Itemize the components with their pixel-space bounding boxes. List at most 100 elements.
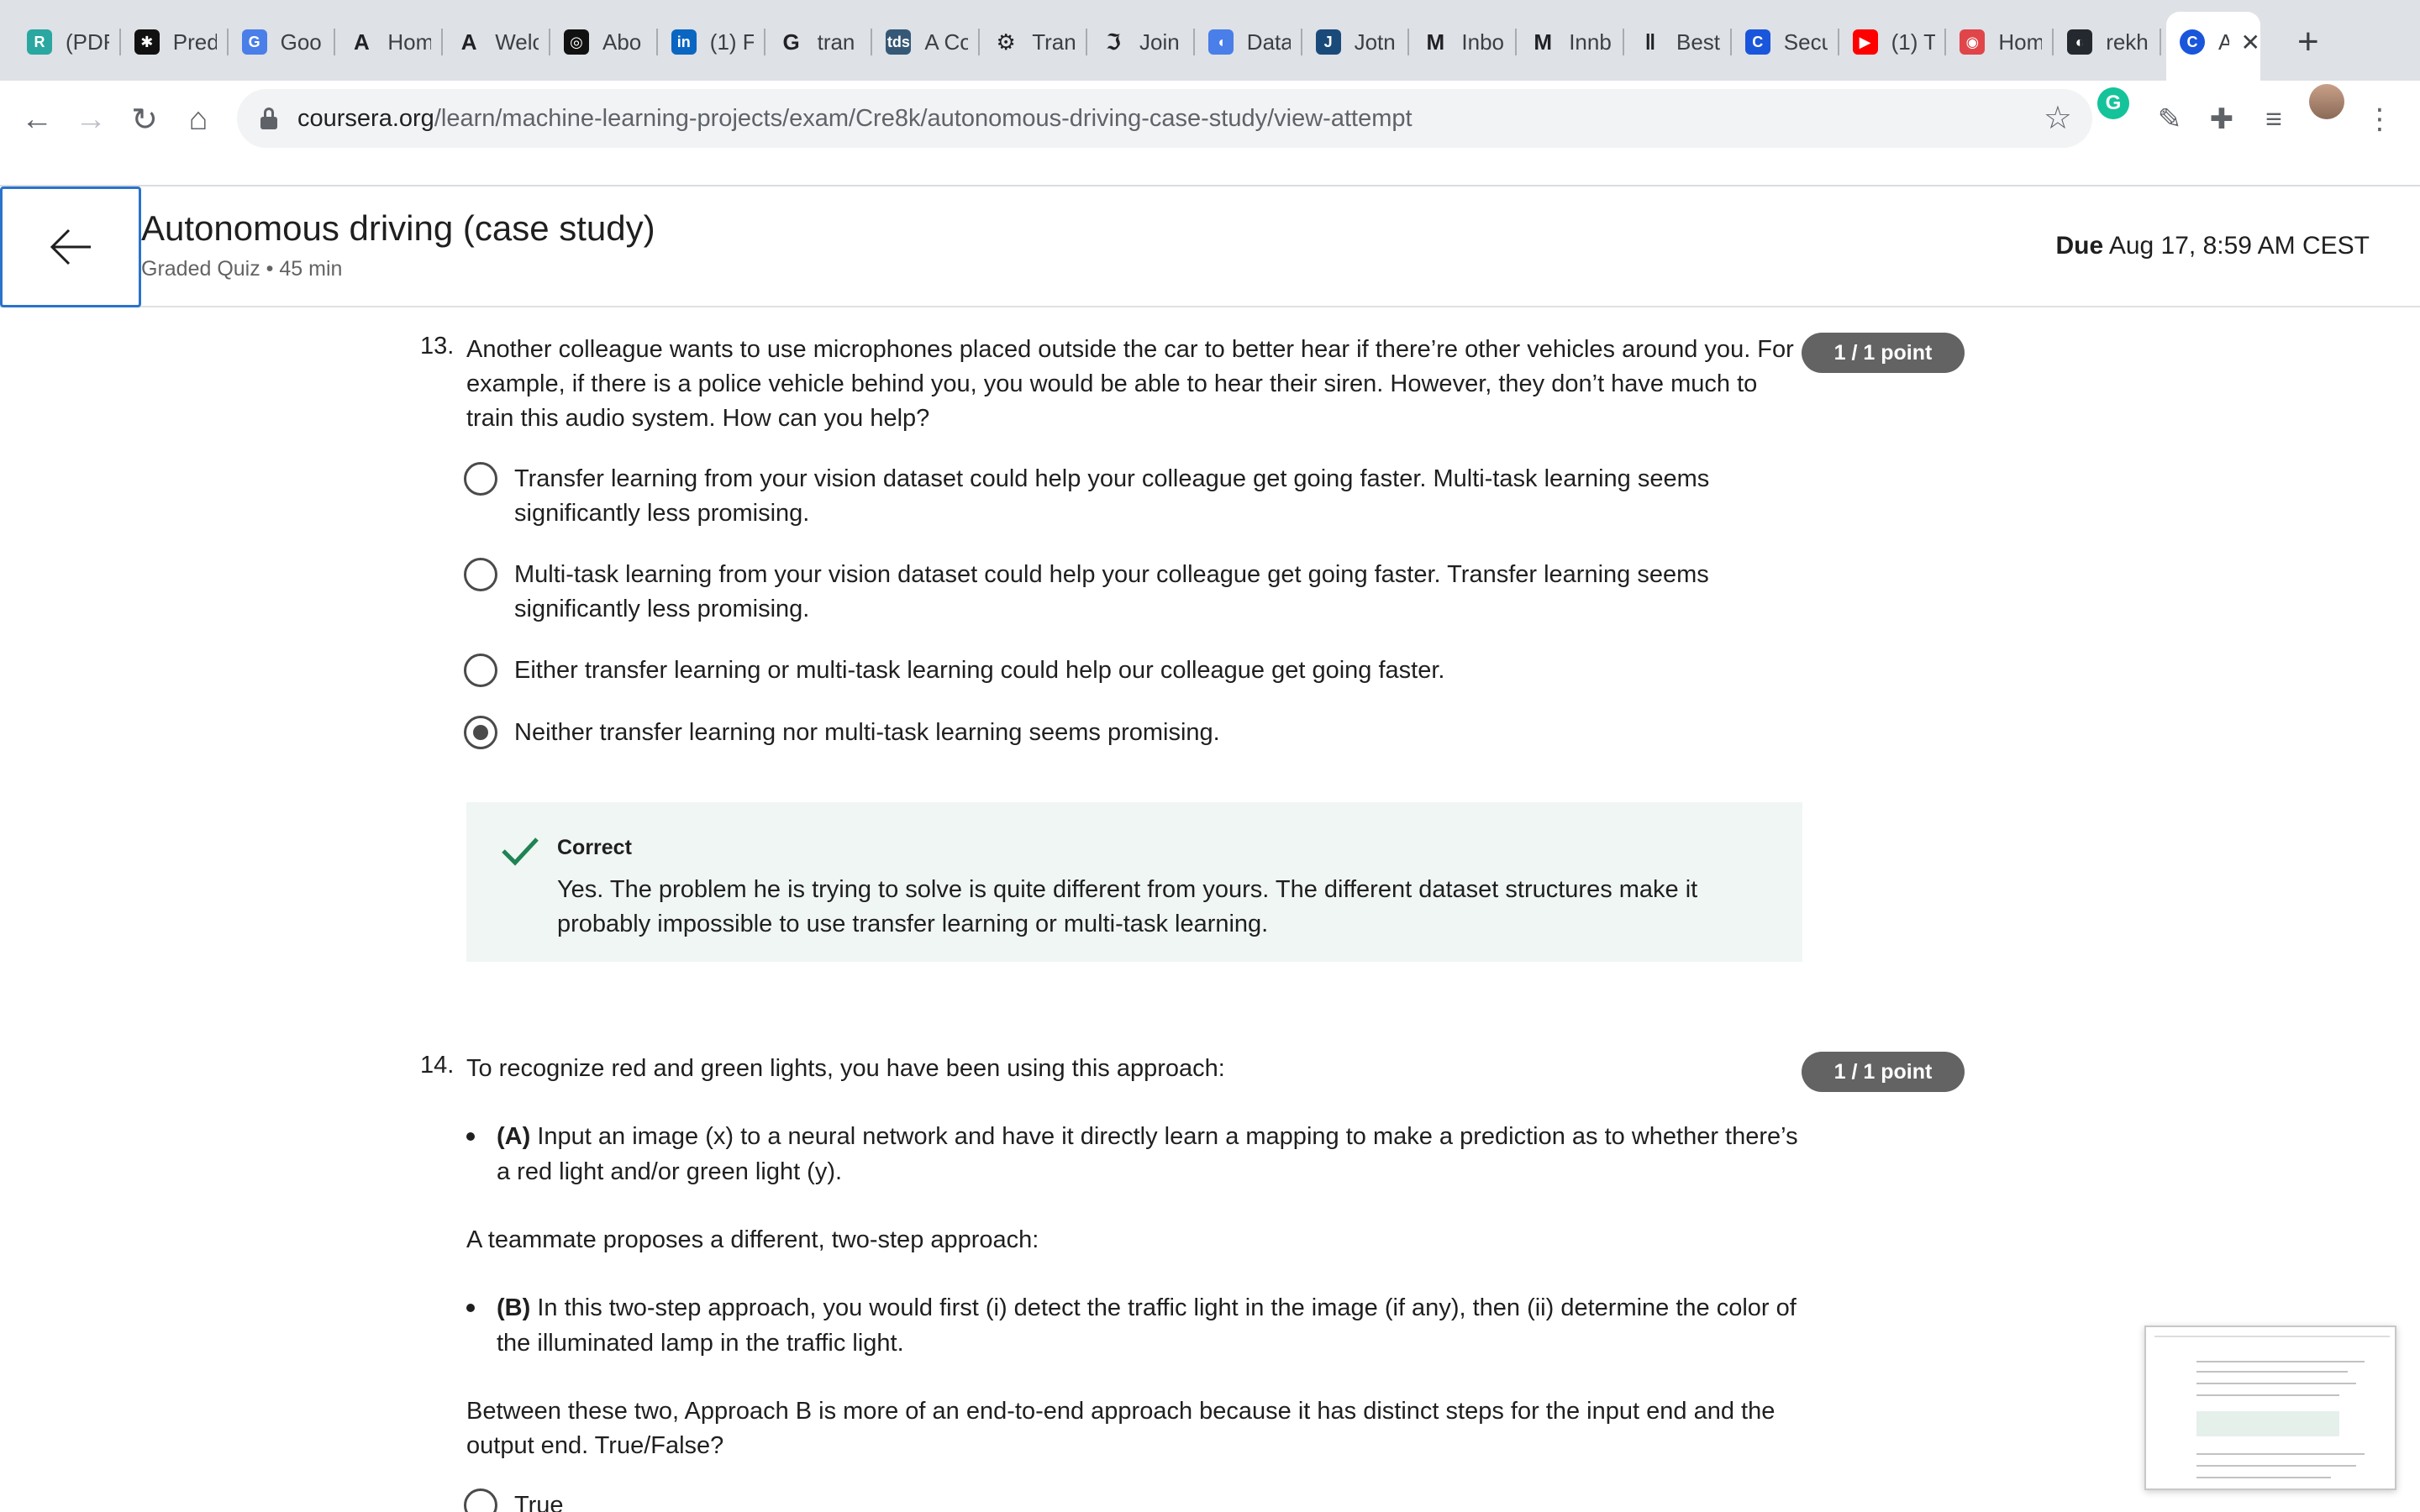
favicon-icon: ▶ (1852, 29, 1878, 55)
browser-tab[interactable]: J Jotn (1302, 22, 1410, 62)
favicon-icon: M (1534, 29, 1553, 55)
tab-label: Goo (280, 29, 322, 55)
browser-tab[interactable]: ⚙ Tran (980, 22, 1087, 62)
radio-button[interactable] (464, 1488, 497, 1512)
quiz-header: Autonomous driving (case study) Graded Q… (0, 186, 2420, 307)
back-arrow-icon[interactable]: ← (17, 99, 57, 139)
browser-tab[interactable]: M Innb (1517, 22, 1624, 62)
favicon-icon: ◐ (2067, 29, 2093, 55)
favicon-icon: ⚙ (996, 29, 1016, 55)
question-paragraph: A teammate proposes a different, two-ste… (466, 1226, 1039, 1253)
favicon-icon: G (241, 29, 267, 55)
option-text: Neither transfer learning nor multi-task… (514, 719, 1220, 746)
browser-tab[interactable]: ◖ Data (1195, 22, 1302, 62)
tab-label: Pred (172, 29, 217, 55)
browser-tab[interactable]: A Hom (335, 22, 444, 62)
arrow-left-icon (50, 228, 91, 265)
tab-label: Inbo (1461, 29, 1504, 55)
feedback-label: Correct (557, 836, 632, 859)
browser-tab[interactable]: ◐ rekh (2054, 22, 2161, 62)
new-tab-button[interactable]: + (2297, 22, 2319, 62)
favicon-icon: M (1426, 29, 1445, 55)
browser-tab[interactable]: ◎ Abo (550, 22, 658, 62)
browser-tab[interactable]: in (1) F (658, 22, 765, 62)
puzzle-extensions-icon[interactable]: ✚ (2202, 99, 2242, 139)
bookmark-star-icon[interactable]: ☆ (2044, 99, 2072, 137)
tab-label: A (2218, 29, 2229, 55)
browser-tab[interactable]: ‖ Best (1624, 22, 1732, 62)
coursera-icon: C (2180, 29, 2205, 55)
address-bar[interactable]: coursera.org/learn/machine-learning-proj… (237, 89, 2092, 148)
browser-tab[interactable]: C Secu (1732, 22, 1839, 62)
tab-label: Innb (1569, 29, 1612, 55)
radio-button[interactable] (464, 462, 497, 496)
favicon-icon: ✱ (134, 29, 160, 55)
favicon-icon: G (782, 29, 800, 55)
option-text: Transfer learning from your vision datas… (514, 465, 1710, 527)
browser-tab[interactable]: tds A Co (872, 22, 981, 62)
browser-tab[interactable]: ✱ Pred (121, 22, 229, 62)
tab-label: Join (1139, 29, 1180, 55)
browser-tab[interactable]: M Inbo (1409, 22, 1518, 62)
tab-label: rekh (2106, 29, 2149, 55)
points-badge: 1 / 1 point (1802, 333, 1965, 373)
back-button[interactable] (0, 186, 141, 307)
url-text[interactable]: coursera.org/learn/machine-learning-proj… (297, 105, 1413, 133)
reload-icon[interactable]: ↻ (124, 99, 165, 139)
tab-label: (PDF (66, 29, 109, 55)
home-icon[interactable]: ⌂ (178, 99, 218, 139)
tab-label: Hom (1998, 29, 2043, 55)
browser-tab[interactable]: ▶ (1) T (1839, 22, 1947, 62)
option-text: True (514, 1492, 564, 1512)
browser-tab-bar: R(PDF✱PredGGooAHomAWelc◎Aboin(1) FGtrant… (0, 0, 2420, 81)
tab-label: tran (817, 29, 855, 55)
due-date: Due Aug 17, 8:59 AM CEST (2055, 232, 2370, 260)
favicon-icon: A (460, 29, 477, 55)
avatar[interactable] (2309, 84, 2344, 119)
favicon-icon: R (27, 29, 52, 55)
page-thumbnail-preview[interactable] (2144, 1326, 2396, 1490)
favicon-icon: tds (886, 29, 912, 55)
checkmark-icon (502, 837, 539, 866)
reading-list-icon[interactable]: ≡ (2254, 99, 2294, 139)
question-text: To recognize red and green lights, you h… (466, 1055, 1225, 1082)
favicon-icon: J (1315, 29, 1341, 55)
favicon-icon: ‖ (1644, 29, 1656, 55)
points-badge: 1 / 1 point (1802, 1052, 1965, 1092)
tab-label: Tran (1032, 29, 1076, 55)
favicon-icon: ◖ (1207, 29, 1234, 55)
favicon-icon: ◉ (1960, 29, 1986, 55)
tab-label: Hom (387, 29, 432, 55)
favicon-icon: ℑ (1105, 29, 1122, 55)
radio-button[interactable] (464, 558, 497, 591)
browser-tab[interactable]: A Welc (443, 22, 550, 62)
browser-tab[interactable]: G Goo (229, 22, 336, 62)
grammarly-icon[interactable]: G (2097, 87, 2129, 119)
question-number: 13. (420, 333, 455, 360)
close-icon[interactable]: ✕ (2241, 29, 2260, 56)
tab-label: Secu (1783, 29, 1828, 55)
favicon-icon: C (1744, 29, 1770, 55)
favicon-icon: in (671, 29, 697, 55)
option-text: Either transfer learning or multi-task l… (514, 657, 1445, 684)
question-prompt: Between these two, Approach B is more of… (466, 1398, 1776, 1459)
browser-tab[interactable]: ℑ Join (1087, 22, 1195, 62)
tab-label: A Co (924, 29, 969, 55)
page-title: Autonomous driving (case study) (141, 208, 655, 248)
feedback-text: Yes. The problem he is trying to solve i… (557, 876, 1698, 937)
kebab-menu-icon[interactable]: ⋮ (2360, 99, 2400, 139)
radio-button-selected[interactable] (464, 716, 497, 749)
radio-button[interactable] (464, 654, 497, 687)
tab-active[interactable]: C A ✕ (2166, 12, 2260, 81)
forward-arrow-icon[interactable]: → (71, 99, 111, 139)
browser-tab[interactable]: R (PDF (13, 22, 121, 62)
favicon-icon: A (354, 29, 370, 55)
eyedropper-extension-icon[interactable]: ✎ (2149, 99, 2190, 139)
tab-label: Data (1246, 29, 1291, 55)
browser-tab[interactable]: Gtran (765, 22, 873, 62)
tab-label: Jotn (1354, 29, 1396, 55)
browser-tab[interactable]: ◉ Hom (1946, 22, 2054, 62)
tab-label: Best (1676, 29, 1720, 55)
tab-label: Abo (602, 29, 642, 55)
tab-label: (1) F (709, 29, 754, 55)
